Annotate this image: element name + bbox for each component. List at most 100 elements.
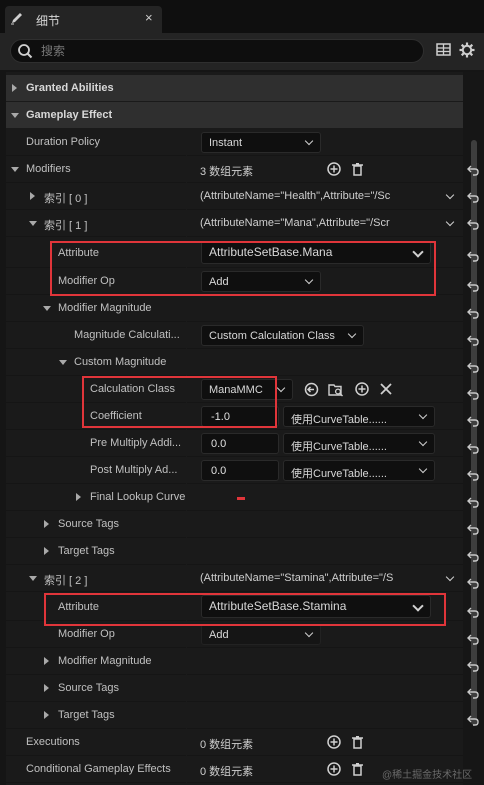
reset-to-default-icon[interactable] [467, 164, 479, 176]
property-row-modifier-magnitude: Modifier Magnitude [6, 648, 463, 675]
close-icon[interactable]: × [145, 10, 153, 25]
magnitude-calculation-dropdown[interactable]: Custom Calculation Class [201, 325, 364, 346]
search-input[interactable] [41, 43, 411, 59]
modifier-op-dropdown[interactable]: Add [201, 271, 321, 292]
chevron-down-icon [304, 136, 314, 146]
element-summary: (AttributeName="Health",Attribute="/Sc [200, 190, 391, 202]
collapse-arrow-icon[interactable] [43, 306, 51, 311]
property-row-executions: Executions 0 数组元素 [6, 729, 463, 756]
expand-arrow-icon[interactable] [44, 711, 49, 719]
element-summary: (AttributeName="Stamina",Attribute="/S [200, 572, 394, 584]
pre-multiply-input[interactable]: 0.0 [201, 433, 279, 454]
property-label: Target Tags [58, 545, 115, 557]
add-icon[interactable] [355, 382, 369, 396]
chevron-down-icon[interactable] [445, 190, 455, 200]
modifier-op-dropdown[interactable]: Add [201, 624, 321, 645]
reset-to-default-icon[interactable] [467, 191, 479, 203]
category-label: Gameplay Effect [26, 109, 113, 121]
coefficient-input[interactable]: -1.0 [201, 406, 279, 427]
annotation-mark [237, 497, 245, 500]
reset-to-default-icon[interactable] [467, 577, 479, 589]
dropdown-value: 使用CurveTable...... [291, 414, 387, 426]
property-row-duration-policy: Duration Policy Instant [6, 129, 463, 156]
add-element-icon[interactable] [327, 162, 341, 176]
array-count: 3 数组元素 [200, 166, 254, 178]
collapse-arrow-icon[interactable] [29, 576, 37, 581]
collapse-arrow-icon[interactable] [59, 360, 67, 365]
property-row-coefficient: Coefficient -1.0 使用CurveTable...... [6, 403, 463, 430]
category-gameplay-effect[interactable]: Gameplay Effect [6, 102, 463, 129]
trash-icon[interactable] [351, 762, 364, 776]
reset-to-default-icon[interactable] [467, 218, 479, 230]
reset-to-default-icon[interactable] [467, 606, 479, 618]
chevron-down-icon [418, 410, 428, 420]
reset-to-default-icon[interactable] [467, 442, 479, 454]
tab-bar: 细节 × [0, 0, 484, 33]
reset-to-default-icon[interactable] [467, 687, 479, 699]
property-label: Source Tags [58, 682, 119, 694]
category-label: Granted Abilities [26, 82, 114, 94]
reset-to-default-icon[interactable] [467, 334, 479, 346]
curve-table-dropdown[interactable]: 使用CurveTable...... [283, 406, 435, 427]
chevron-down-icon [418, 464, 428, 474]
expand-arrow-icon[interactable] [44, 547, 49, 555]
add-element-icon[interactable] [327, 735, 341, 749]
array-element-1: 索引 [ 1 ] (AttributeName="Mana",Attribute… [6, 210, 463, 237]
reset-to-default-icon[interactable] [467, 714, 479, 726]
collapse-arrow-icon [11, 113, 19, 118]
search-field[interactable] [10, 39, 424, 63]
reset-to-default-icon[interactable] [467, 307, 479, 319]
expand-arrow-icon[interactable] [30, 192, 35, 200]
attribute-dropdown[interactable]: AttributeSetBase.Stamina [201, 595, 431, 618]
reset-to-default-icon[interactable] [467, 469, 479, 481]
property-row-modifier-op: Modifier Op Add [6, 268, 463, 295]
property-label: Coefficient [90, 410, 142, 422]
attribute-dropdown[interactable]: AttributeSetBase.Mana [201, 241, 431, 264]
chevron-down-icon[interactable] [445, 572, 455, 582]
property-row-pre-multiply: Pre Multiply Addi... 0.0 使用CurveTable...… [6, 430, 463, 457]
reset-to-default-icon[interactable] [467, 496, 479, 508]
post-multiply-input[interactable]: 0.0 [201, 460, 279, 481]
expand-arrow-icon[interactable] [44, 657, 49, 665]
property-row-attribute: Attribute AttributeSetBase.Mana [6, 237, 463, 268]
gear-icon[interactable] [459, 42, 475, 58]
array-count: 0 数组元素 [200, 739, 254, 751]
element-label: 索引 [ 1 ] [44, 220, 88, 232]
reset-to-default-icon[interactable] [467, 361, 479, 373]
chevron-down-icon[interactable] [445, 217, 455, 227]
tab-title: 细节 [36, 14, 61, 28]
add-element-icon[interactable] [327, 762, 341, 776]
tab-details[interactable]: 细节 × [5, 6, 162, 33]
reset-to-default-icon[interactable] [467, 280, 479, 292]
reset-to-default-icon[interactable] [467, 523, 479, 535]
category-granted-abilities[interactable]: Granted Abilities [6, 75, 463, 102]
collapse-arrow-icon[interactable] [29, 221, 37, 226]
reset-to-default-icon[interactable] [467, 388, 479, 400]
property-row-modifier-op: Modifier Op Add [6, 621, 463, 648]
expand-arrow-icon[interactable] [76, 493, 81, 501]
use-selected-asset-icon[interactable] [304, 382, 319, 397]
trash-icon[interactable] [351, 162, 364, 176]
table-view-icon[interactable] [436, 42, 451, 57]
array-element-2: 索引 [ 2 ] (AttributeName="Stamina",Attrib… [6, 565, 463, 592]
reset-to-default-icon[interactable] [467, 633, 479, 645]
curve-table-dropdown[interactable]: 使用CurveTable...... [283, 460, 435, 481]
property-label: Duration Policy [26, 136, 100, 148]
clear-icon[interactable] [380, 383, 392, 395]
reset-to-default-icon[interactable] [467, 550, 479, 562]
expand-arrow-icon[interactable] [44, 684, 49, 692]
collapse-arrow-icon[interactable] [11, 167, 19, 172]
element-summary: (AttributeName="Mana",Attribute="/Scr [200, 217, 390, 229]
trash-icon[interactable] [351, 735, 364, 749]
browse-asset-icon[interactable] [328, 382, 344, 397]
reset-to-default-icon[interactable] [467, 660, 479, 672]
calculation-class-dropdown[interactable]: ManaMMC [201, 379, 293, 400]
dropdown-value: Add [209, 629, 229, 641]
property-label: Executions [26, 736, 80, 748]
reset-to-default-icon[interactable] [467, 415, 479, 427]
reset-to-default-icon[interactable] [467, 250, 479, 262]
duration-policy-dropdown[interactable]: Instant [201, 132, 321, 153]
expand-arrow-icon[interactable] [44, 520, 49, 528]
curve-table-dropdown[interactable]: 使用CurveTable...... [283, 433, 435, 454]
property-label: Modifier Magnitude [58, 302, 152, 314]
